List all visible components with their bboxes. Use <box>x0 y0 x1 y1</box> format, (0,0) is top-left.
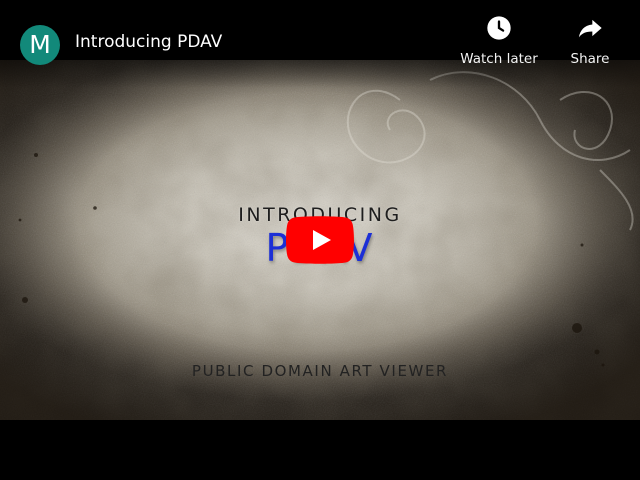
play-button[interactable] <box>286 216 354 264</box>
share-label: Share <box>570 51 610 67</box>
video-player[interactable]: INTRODUCING PDAV PUBLIC DOMAIN ART VIEWE… <box>0 0 640 480</box>
subtitle-text: PUBLIC DOMAIN ART VIEWER <box>191 362 449 380</box>
share-button[interactable]: Share <box>564 14 616 67</box>
letterbox-bottom <box>0 420 640 480</box>
video-title-link[interactable]: Introducing PDAV <box>75 32 222 52</box>
share-arrow-icon <box>576 14 604 42</box>
clock-icon <box>485 14 513 42</box>
watch-later-label: Watch later <box>460 51 538 67</box>
watch-later-button[interactable]: Watch later <box>456 14 542 67</box>
play-icon <box>286 216 354 264</box>
channel-avatar[interactable]: M <box>20 25 60 65</box>
